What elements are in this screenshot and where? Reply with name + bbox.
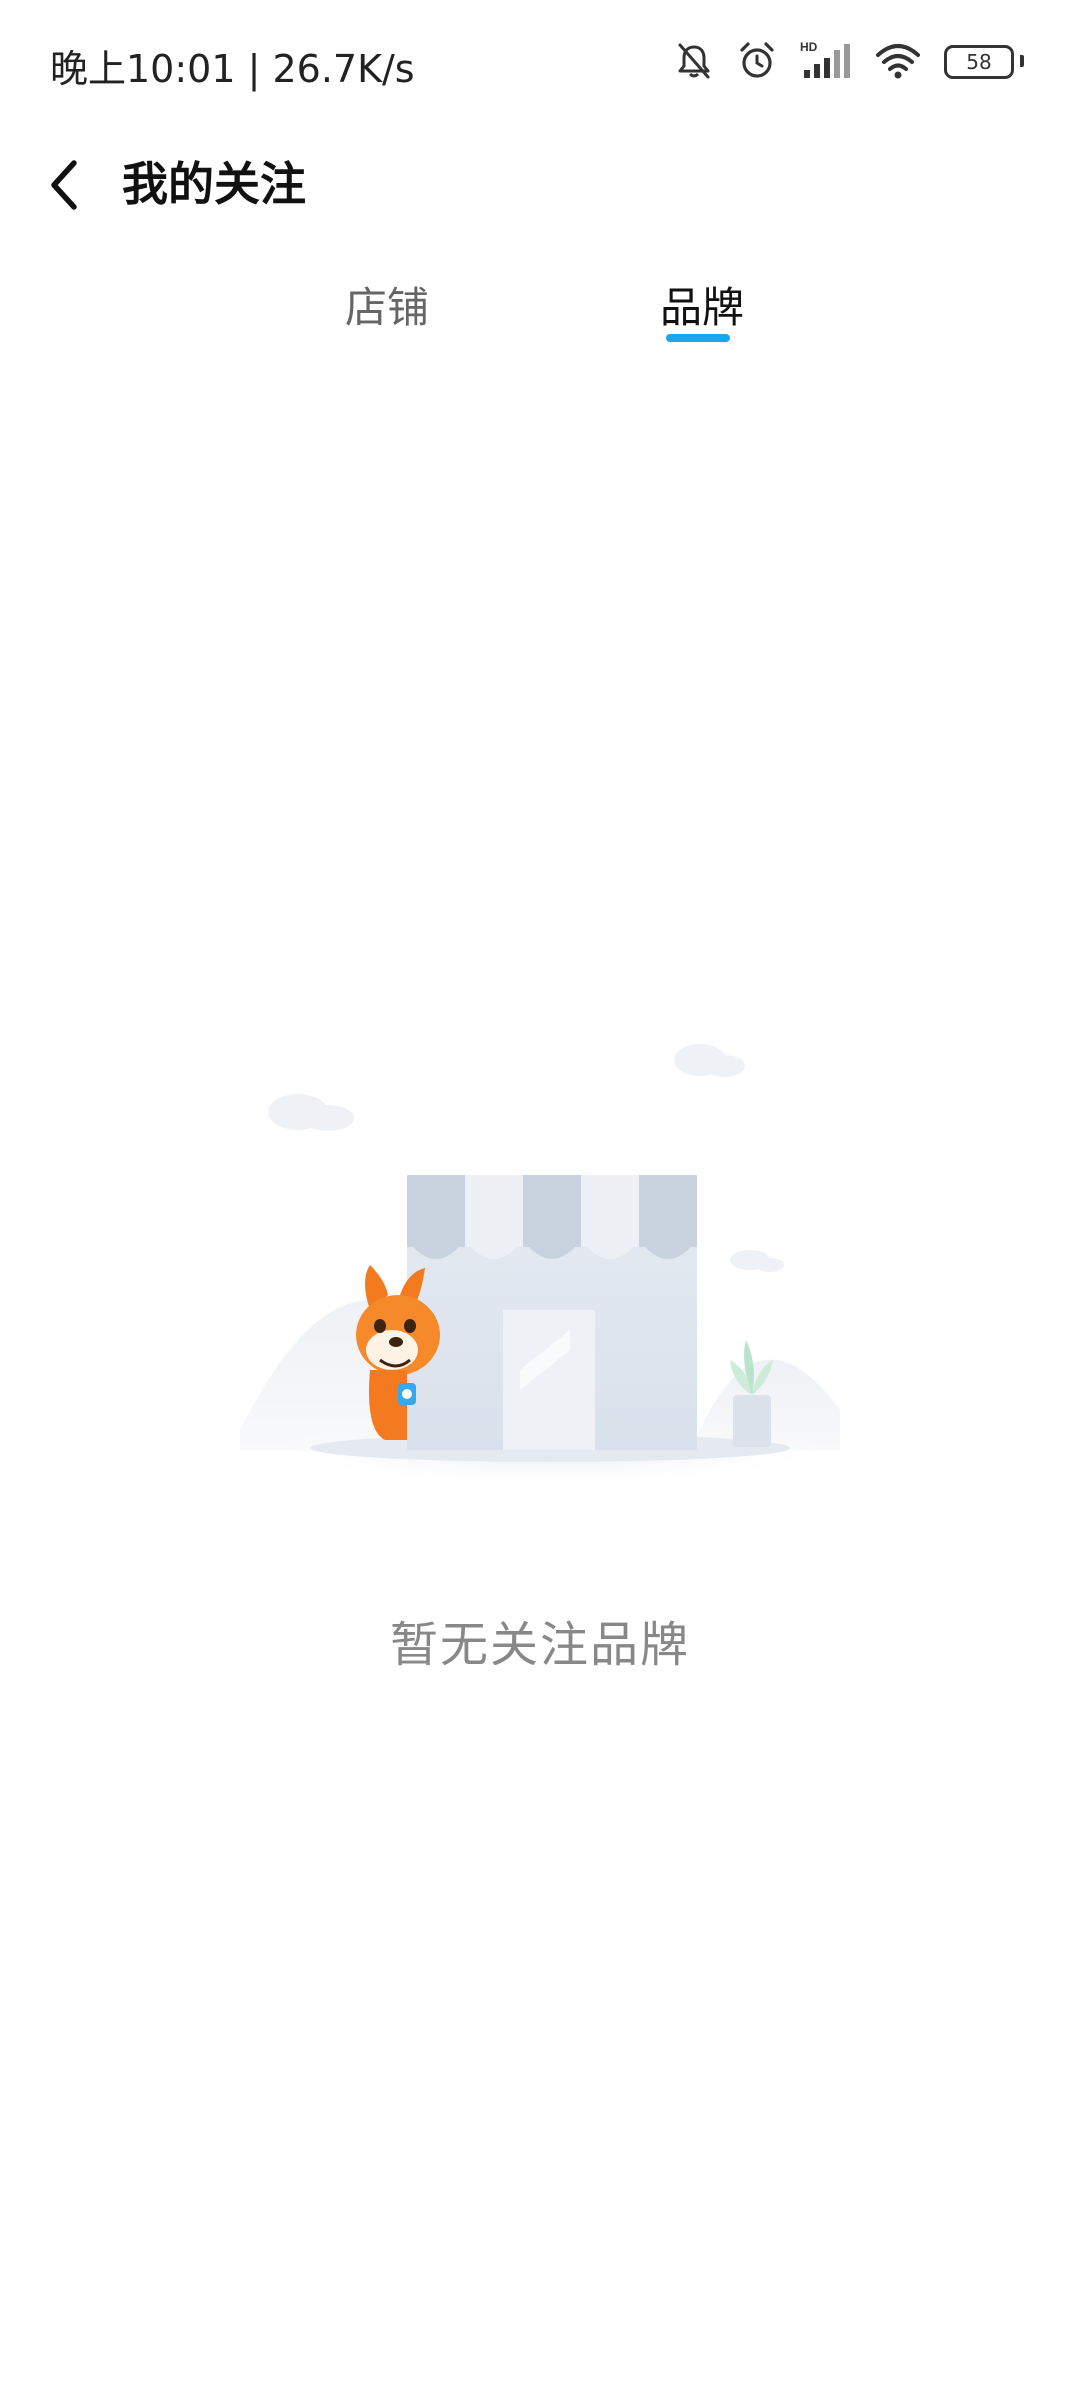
svg-text:HD: HD: [800, 40, 818, 54]
tab-stores[interactable]: 店铺: [345, 274, 429, 335]
battery-icon: 58: [944, 45, 1024, 79]
alarm-icon: [740, 42, 774, 78]
header: 我的关注: [0, 130, 1080, 240]
empty-state-illustration: [240, 1044, 840, 1488]
battery-level: 58: [944, 45, 1014, 79]
empty-state-message: 暂无关注品牌: [389, 1617, 690, 1673]
bell-off-icon: [678, 43, 710, 79]
tab-indicator: [666, 334, 730, 342]
tab-bar: 店铺 品牌: [0, 262, 1080, 352]
chevron-left-icon: [51, 160, 77, 210]
back-button[interactable]: [36, 152, 92, 218]
status-icons: HD 58: [674, 36, 1024, 86]
store-icon: [407, 1175, 697, 1450]
wifi-icon: [876, 44, 920, 79]
status-bar: 晚上10:01 | 26.7K/s HD 58: [0, 0, 1080, 130]
tab-brands[interactable]: 品牌: [660, 274, 744, 335]
page-title: 我的关注: [122, 157, 306, 211]
status-time-speed: 晚上10:01 | 26.7K/s: [50, 47, 415, 91]
hd-signal-icon: HD: [800, 40, 850, 78]
